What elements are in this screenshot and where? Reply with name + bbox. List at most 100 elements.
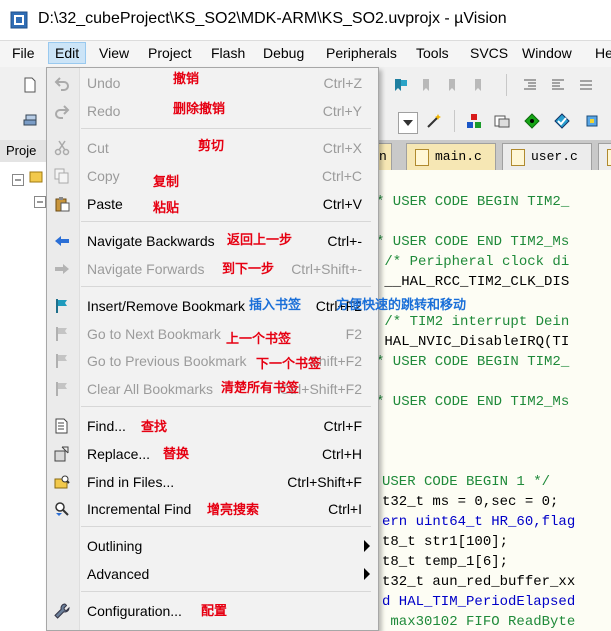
annotation-find: 查找: [141, 420, 168, 435]
indent-icon[interactable]: [522, 77, 538, 93]
menu-item-label: Navigate Forwards: [87, 261, 205, 277]
green-diamond-icon[interactable]: [524, 113, 540, 129]
menu-item-copy[interactable]: Copy Ctrl+C: [47, 164, 378, 188]
menu-item-label: Redo: [87, 103, 121, 119]
toolbar-separator: [506, 74, 507, 96]
pack-installer-icon[interactable]: [494, 113, 510, 129]
menu-item-replace[interactable]: Replace... Ctrl+H: [47, 442, 378, 466]
menu-item-previous-bookmark[interactable]: Go to Previous Bookmark Shift+F2: [47, 349, 378, 373]
menu-item-shortcut: Ctrl+I: [328, 501, 362, 517]
select-software-packs-icon[interactable]: [554, 113, 570, 129]
find-in-files-icon: [54, 475, 70, 489]
redo-icon: [55, 105, 70, 119]
menu-item-label: Find in Files...: [87, 474, 175, 490]
toolbar-separator: [454, 110, 455, 132]
annotation-configuration: 配置: [201, 604, 228, 619]
menu-item-clear-all-bookmarks[interactable]: Clear All Bookmarks Ctrl+Shift+F2: [47, 377, 378, 401]
replace-icon: [54, 446, 69, 462]
next-bookmark-icon[interactable]: [420, 77, 436, 93]
menu-item-paste[interactable]: Paste Ctrl+V: [47, 192, 378, 216]
next-bookmark-icon: [56, 327, 67, 341]
menu-item-insert-remove-bookmark[interactable]: Insert/Remove Bookmark Ctrl+F2: [47, 294, 378, 318]
manage-components-icon[interactable]: [466, 113, 482, 129]
menu-item-find[interactable]: Find... Ctrl+F: [47, 414, 378, 438]
menu-help[interactable]: He: [595, 45, 611, 61]
clear-bookmarks-icon[interactable]: [472, 77, 488, 93]
menu-item-label: Paste: [87, 196, 123, 212]
menu-item-label: Undo: [87, 75, 121, 91]
menu-item-shortcut: Ctrl+F: [323, 418, 363, 434]
code-editor[interactable]: * USER CODE BEGIN TIM2_ * USER CODE END …: [376, 170, 611, 631]
prev-bookmark-icon[interactable]: [446, 77, 462, 93]
menu-item-shortcut: Ctrl+Z: [323, 75, 363, 91]
menu-item-find-in-files[interactable]: Find in Files... Ctrl+Shift+F: [47, 470, 378, 494]
comment-icon[interactable]: [578, 77, 594, 93]
project-root-icon: [29, 171, 43, 183]
annotation-navigate-forwards: 到下一步: [222, 262, 275, 277]
annotation-previous-bookmark: 下一个书签: [256, 357, 322, 372]
menu-item-shortcut: Ctrl+Y: [322, 103, 362, 119]
incremental-find-icon: [55, 502, 69, 516]
menu-item-undo[interactable]: Undo Ctrl+Z: [47, 71, 378, 95]
menu-tools[interactable]: Tools: [416, 45, 449, 61]
menu-item-label: Navigate Backwards: [87, 233, 215, 249]
menu-item-navigate-forwards[interactable]: Navigate Forwards Ctrl+Shift+-: [47, 257, 378, 281]
annotation-clear-bookmarks: 清楚所有书签: [221, 381, 300, 396]
menu-item-label: Find...: [87, 418, 126, 434]
menu-separator: [81, 286, 371, 287]
code-line: t8_t temp_1[6];: [382, 554, 509, 570]
menu-item-label: Clear All Bookmarks: [87, 381, 214, 397]
menu-svcs[interactable]: SVCS: [470, 45, 508, 61]
build-stack-icon[interactable]: [22, 111, 38, 127]
code-line: t32_t ms = 0,sec = 0;: [382, 494, 559, 510]
menu-item-navigate-backwards[interactable]: Navigate Backwards Ctrl+-: [47, 229, 378, 253]
chip-icon[interactable]: [584, 113, 600, 129]
menu-debug[interactable]: Debug: [263, 45, 304, 61]
menu-separator: [81, 591, 371, 592]
c-file-icon: [607, 149, 611, 166]
tree-collapse-icon[interactable]: [34, 196, 46, 208]
project-tab-label: Proje: [6, 143, 37, 158]
code-line: * USER CODE BEGIN TIM2_: [376, 354, 570, 370]
annotation-undo: 撤销: [173, 72, 200, 87]
code-line: /* Peripheral clock di: [376, 254, 570, 270]
menu-peripherals[interactable]: Peripherals: [326, 45, 397, 61]
bookmark-icon[interactable]: [392, 77, 408, 93]
menu-item-label: Insert/Remove Bookmark: [87, 298, 245, 314]
menu-item-advanced[interactable]: Advanced: [47, 562, 378, 586]
menu-edit[interactable]: Edit: [48, 42, 87, 64]
tab-partial-label: n: [379, 149, 387, 164]
menu-file[interactable]: File: [12, 45, 35, 61]
paste-icon: [55, 197, 70, 212]
arrow-left-icon: [55, 236, 69, 246]
unindent-icon[interactable]: [550, 77, 566, 93]
annotation-replace: 替换: [163, 447, 190, 462]
menu-item-shortcut: F2: [345, 326, 362, 342]
c-file-icon: [415, 149, 429, 166]
wrench-icon: [54, 603, 70, 619]
menu-project[interactable]: Project: [148, 45, 192, 61]
target-select-dropdown[interactable]: [398, 112, 418, 134]
menu-item-next-bookmark[interactable]: Go to Next Bookmark F2: [47, 322, 378, 346]
tree-collapse-icon[interactable]: [12, 174, 24, 186]
tab-main-c[interactable]: main.c: [406, 143, 496, 170]
menu-view[interactable]: View: [99, 45, 129, 61]
code-line: USER CODE BEGIN 1 */: [382, 474, 551, 490]
new-file-icon[interactable]: [22, 77, 38, 93]
menu-item-label: Advanced: [87, 566, 150, 582]
scissors-icon: [54, 140, 70, 156]
menu-item-outlining[interactable]: Outlining: [47, 534, 378, 558]
menu-item-label: Go to Next Bookmark: [87, 326, 221, 342]
menu-item-label: Cut: [87, 140, 109, 156]
uvision-app-icon: [10, 11, 28, 29]
menu-separator: [81, 406, 371, 407]
code-line: /* TIM2 interrupt Dein: [376, 314, 570, 330]
project-panel-tab[interactable]: Proje: [0, 140, 50, 162]
menu-item-label: Outlining: [87, 538, 143, 554]
menu-window[interactable]: Window: [522, 45, 572, 61]
menu-flash[interactable]: Flash: [211, 45, 245, 61]
tab-user-c[interactable]: user.c: [502, 143, 592, 170]
magic-wand-icon[interactable]: [426, 113, 442, 129]
menu-item-label: Incremental Find: [87, 501, 192, 517]
tab-next[interactable]: [598, 143, 611, 170]
